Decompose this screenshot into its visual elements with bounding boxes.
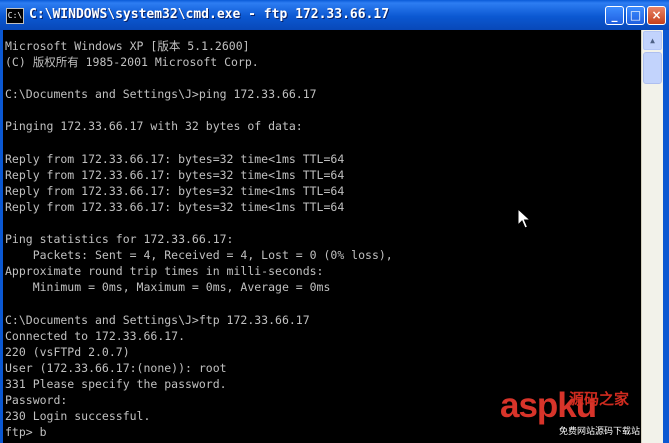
maximize-button[interactable]: □ (626, 6, 645, 25)
console-output[interactable]: Microsoft Windows XP [版本 5.1.2600] (C) 版… (3, 30, 641, 443)
scroll-up-button[interactable]: ▲ (643, 31, 662, 50)
close-button[interactable]: × (647, 6, 666, 25)
title-bar[interactable]: C:\ C:\WINDOWS\system32\cmd.exe - ftp 17… (0, 0, 669, 30)
window-frame-right (663, 30, 669, 443)
window-title: C:\WINDOWS\system32\cmd.exe - ftp 172.33… (29, 7, 390, 22)
mouse-pointer-icon (517, 208, 531, 229)
scroll-thumb[interactable] (643, 52, 662, 84)
cmd-icon[interactable]: C:\ (6, 8, 24, 24)
vertical-scrollbar[interactable]: ▲ (641, 30, 663, 443)
watermark-logo: aspku 源码之家 免费网站源码下载站 (500, 384, 660, 438)
console-text: Microsoft Windows XP [版本 5.1.2600] (C) 版… (5, 39, 393, 440)
watermark-subtitle: 免费网站源码下载站 (559, 427, 641, 437)
minimize-button[interactable]: _ (605, 6, 624, 25)
watermark-tagline: 源码之家 (569, 390, 630, 408)
